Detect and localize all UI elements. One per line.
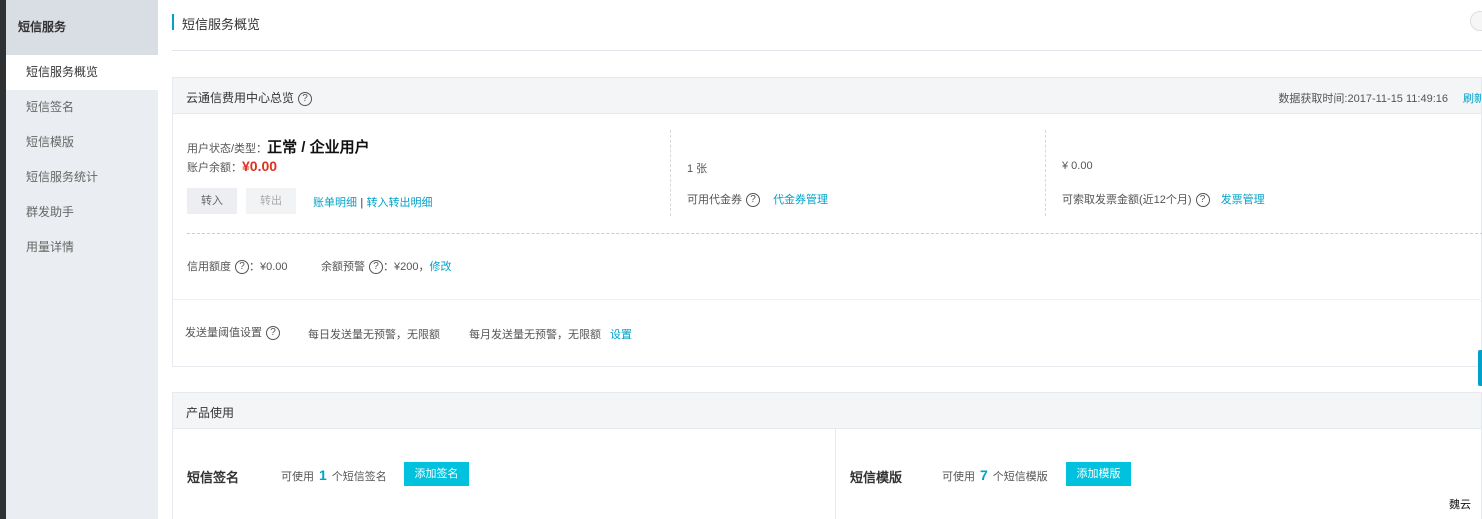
add-sign-button[interactable]: 添加签名 bbox=[404, 462, 469, 486]
column-divider bbox=[1045, 130, 1046, 216]
add-template-button[interactable]: 添加模版 bbox=[1066, 462, 1131, 486]
template-card: 短信模版 可使用 7 个短信模版 添加模版 bbox=[836, 429, 1482, 519]
sidebar: 短信服务 短信服务概览 短信签名 短信模版 短信服务统计 群发助手 用量详情 bbox=[6, 0, 158, 519]
sign-card: 短信签名 可使用 1 个短信签名 添加签名 bbox=[173, 429, 836, 519]
invoice-row: 可索取发票金额(近12个月)? 发票管理 bbox=[1062, 191, 1265, 208]
credit-value: ：¥0.00 bbox=[249, 261, 288, 273]
balance-alert-row: 余额预警? ：¥200，修改 bbox=[321, 258, 451, 275]
voucher-row: 可用代金券? 代金券管理 bbox=[687, 191, 828, 208]
user-status: 用户状态/类型：正常 / 企业用户 bbox=[187, 136, 370, 157]
fetch-time: 数据获取时间:2017-11-15 11:49:16 bbox=[1278, 93, 1448, 105]
help-icon[interactable]: ? bbox=[298, 91, 313, 106]
column-divider bbox=[670, 130, 671, 216]
threshold-monthly: 每月发送量无预警，无限额 bbox=[469, 329, 601, 341]
overview-title: 云通信费用中心总览? bbox=[186, 89, 313, 106]
voucher-manage-link[interactable]: 代金券管理 bbox=[773, 194, 828, 206]
header-divider bbox=[172, 50, 1482, 51]
invoice-amount: ¥ 0.00 bbox=[1062, 160, 1093, 172]
user-status-label: 用户状态/类型： bbox=[187, 143, 268, 155]
sidebar-item-bulk-send[interactable]: 群发助手 bbox=[6, 195, 158, 230]
sign-avail-suffix: 个短信签名 bbox=[331, 471, 387, 483]
page-title-accent bbox=[172, 14, 174, 30]
dashed-divider bbox=[187, 233, 1482, 234]
credit-help-icon[interactable]: ? bbox=[235, 260, 249, 275]
threshold-label: 发送量阈值设置 bbox=[185, 327, 262, 339]
corner-icon[interactable] bbox=[1470, 11, 1482, 31]
template-availability: 可使用 7 个短信模版 bbox=[942, 467, 1048, 484]
bill-links: 账单明细 | 转入转出明细 bbox=[313, 194, 433, 210]
credit-row: 信用额度? ：¥0.00 bbox=[187, 258, 288, 275]
feedback-tab[interactable] bbox=[1478, 350, 1482, 386]
account-balance: 账户余额：¥0.00 bbox=[187, 158, 277, 175]
template-card-title: 短信模版 bbox=[850, 470, 903, 485]
template-avail-suffix: 个短信模版 bbox=[992, 471, 1048, 483]
voucher-label: 可用代金券 bbox=[687, 194, 742, 206]
overview-title-text: 云通信费用中心总览 bbox=[186, 91, 295, 105]
balance-label: 账户余额： bbox=[187, 162, 242, 174]
threshold-help-icon[interactable]: ? bbox=[266, 326, 280, 341]
watermark: 魏云 bbox=[1449, 499, 1471, 511]
sidebar-item-statistics[interactable]: 短信服务统计 bbox=[6, 160, 158, 195]
template-avail-prefix: 可使用 bbox=[942, 471, 975, 483]
link-separator: | bbox=[360, 197, 364, 209]
voucher-help-icon[interactable]: ? bbox=[746, 193, 760, 208]
transfer-detail-link[interactable]: 转入转出明细 bbox=[367, 197, 433, 209]
sidebar-item-template[interactable]: 短信模版 bbox=[6, 125, 158, 160]
product-usage-panel: 产品使用 短信签名 可使用 1 个短信签名 添加签名 短信模版 可使用 7 个短信模版 … bbox=[172, 392, 1482, 519]
voucher-count: 1 张 bbox=[687, 163, 708, 175]
refresh-link[interactable]: 刷新 bbox=[1463, 90, 1481, 106]
invoice-label: 可索取发票金额(近12个月) bbox=[1062, 194, 1192, 206]
invoice-help-icon[interactable]: ? bbox=[1195, 193, 1210, 208]
invoice-manage-link[interactable]: 发票管理 bbox=[1221, 194, 1265, 206]
user-status-value: 正常 / 企业用户 bbox=[267, 139, 370, 156]
alert-value: ：¥200， bbox=[383, 261, 430, 273]
threshold-daily: 每日发送量无预警，无限额 bbox=[308, 329, 440, 341]
overview-panel: 云通信费用中心总览? 数据获取时间:2017-11-15 11:49:16 刷新… bbox=[172, 77, 1482, 367]
product-usage-title: 产品使用 bbox=[186, 406, 235, 420]
overview-panel-header: 云通信费用中心总览? 数据获取时间:2017-11-15 11:49:16 刷新 bbox=[173, 78, 1481, 114]
sign-availability: 可使用 1 个短信签名 bbox=[281, 467, 387, 484]
alert-label: 余额预警 bbox=[321, 261, 365, 273]
alert-help-icon[interactable]: ? bbox=[369, 260, 383, 275]
main-content: 短信服务概览 云通信费用中心总览? 数据获取时间:2017-11-15 11:4… bbox=[158, 0, 1482, 519]
sidebar-item-overview[interactable]: 短信服务概览 bbox=[6, 55, 158, 90]
template-count: 7 bbox=[980, 467, 988, 483]
sidebar-item-sign[interactable]: 短信签名 bbox=[6, 90, 158, 125]
sign-card-title: 短信签名 bbox=[187, 470, 240, 485]
page-title: 短信服务概览 bbox=[182, 17, 261, 32]
transfer-out-button[interactable]: 转出 bbox=[246, 188, 296, 214]
credit-label: 信用额度 bbox=[187, 261, 231, 273]
alert-edit-link[interactable]: 修改 bbox=[429, 261, 451, 273]
product-usage-header: 产品使用 bbox=[173, 393, 1481, 429]
transfer-in-button[interactable]: 转入 bbox=[187, 188, 237, 214]
sidebar-item-usage[interactable]: 用量详情 bbox=[6, 230, 158, 265]
sign-count: 1 bbox=[319, 467, 327, 483]
threshold-settings-link[interactable]: 设置 bbox=[610, 326, 632, 342]
sign-avail-prefix: 可使用 bbox=[281, 471, 314, 483]
threshold-row: 发送量阈值设置? bbox=[185, 324, 280, 341]
balance-value: ¥0.00 bbox=[242, 158, 278, 174]
threshold-divider bbox=[173, 299, 1482, 300]
bill-detail-link[interactable]: 账单明细 bbox=[313, 197, 357, 209]
sidebar-title: 短信服务 bbox=[6, 0, 158, 55]
